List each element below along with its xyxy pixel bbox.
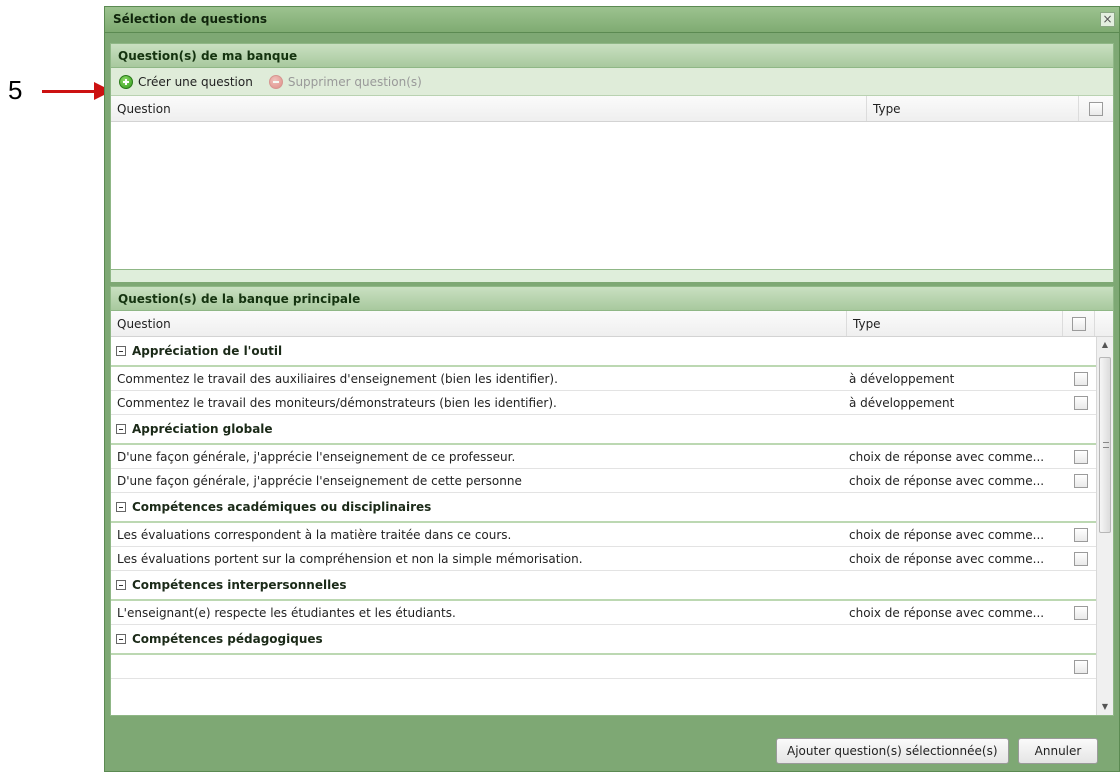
- type-cell: choix de réponse avec comme...: [849, 449, 1045, 464]
- type-cell: choix de réponse avec comme...: [849, 473, 1045, 488]
- my-bank-table-header: Question Type: [111, 96, 1113, 122]
- type-cell: choix de réponse avec comme...: [849, 551, 1045, 566]
- column-header-type[interactable]: Type: [867, 96, 1079, 121]
- row-checkbox[interactable]: [1074, 605, 1088, 620]
- row-checkbox[interactable]: [1074, 473, 1088, 488]
- column-header-type[interactable]: Type: [847, 311, 1063, 336]
- plus-icon: [119, 74, 133, 89]
- type-cell: à développement: [849, 371, 955, 386]
- question-cell: D'une façon générale, j'apprécie l'ensei…: [117, 449, 516, 464]
- question-cell: Les évaluations correspondent à la matiè…: [117, 527, 512, 542]
- create-question-button[interactable]: Créer une question: [119, 74, 253, 89]
- my-bank-panel: Question(s) de ma banque Créer une quest…: [110, 43, 1114, 270]
- group-name: Compétences pédagogiques: [132, 632, 323, 646]
- annotation-number: 5: [8, 75, 23, 105]
- main-bank-panel: Question(s) de la banque principale Ques…: [110, 286, 1114, 716]
- vertical-scrollbar[interactable]: ▲ ▼: [1096, 337, 1113, 715]
- main-bank-grid: Appréciation de l'outil Commentez le tra…: [111, 337, 1097, 715]
- collapse-icon[interactable]: [116, 634, 126, 644]
- select-all-checkbox[interactable]: [1089, 101, 1103, 116]
- my-bank-header: Question(s) de ma banque: [111, 44, 1113, 68]
- scroll-down-icon[interactable]: ▼: [1097, 699, 1113, 715]
- row-checkbox[interactable]: [1074, 551, 1088, 566]
- group-header[interactable]: Compétences pédagogiques: [111, 625, 1097, 655]
- scrollbar-thumb[interactable]: [1099, 357, 1111, 533]
- group-header[interactable]: Appréciation de l'outil: [111, 337, 1097, 367]
- group-name: Compétences académiques ou disciplinaire…: [132, 500, 432, 514]
- group-header[interactable]: Compétences interpersonnelles: [111, 571, 1097, 601]
- group-header[interactable]: Compétences académiques ou disciplinaire…: [111, 493, 1097, 523]
- type-cell: choix de réponse avec comme...: [849, 527, 1045, 542]
- scroll-up-icon[interactable]: ▲: [1097, 337, 1113, 353]
- table-row[interactable]: L'enseignant(e) respecte les étudiantes …: [111, 601, 1097, 625]
- my-bank-toolbar: Créer une question Supprimer question(s): [111, 68, 1113, 96]
- dialog-title: Sélection de questions: [113, 12, 268, 26]
- column-header-question[interactable]: Question: [111, 311, 847, 336]
- table-row[interactable]: Les évaluations portent sur la compréhen…: [111, 547, 1097, 571]
- table-row[interactable]: Commentez le travail des moniteurs/démon…: [111, 391, 1097, 415]
- annotation-arrow-line: [42, 90, 96, 93]
- collapse-icon[interactable]: [116, 502, 126, 512]
- add-selected-questions-button[interactable]: Ajouter question(s) sélectionnée(s): [776, 738, 1009, 764]
- question-cell: Commentez le travail des auxiliaires d'e…: [117, 371, 558, 386]
- main-bank-header: Question(s) de la banque principale: [111, 287, 1113, 311]
- collapse-icon[interactable]: [116, 346, 126, 356]
- group-name: Compétences interpersonnelles: [132, 578, 347, 592]
- table-row-partial[interactable]: [111, 655, 1097, 679]
- cancel-button[interactable]: Annuler: [1018, 738, 1098, 764]
- panel-splitter[interactable]: [110, 270, 1114, 282]
- annotation-callout: 5: [0, 74, 112, 106]
- select-all-cell: [1079, 96, 1113, 121]
- group-header[interactable]: Appréciation globale: [111, 415, 1097, 445]
- row-checkbox[interactable]: [1074, 371, 1088, 386]
- row-checkbox[interactable]: [1074, 527, 1088, 542]
- delete-questions-button[interactable]: Supprimer question(s): [268, 74, 422, 89]
- grip-icon: [1103, 442, 1109, 448]
- row-checkbox[interactable]: [1074, 659, 1088, 674]
- my-bank-empty-list: [111, 122, 1113, 270]
- table-row[interactable]: D'une façon générale, j'apprécie l'ensei…: [111, 469, 1097, 493]
- group-name: Appréciation globale: [132, 422, 273, 436]
- question-cell: D'une façon générale, j'apprécie l'ensei…: [117, 473, 522, 488]
- table-row[interactable]: Commentez le travail des auxiliaires d'e…: [111, 367, 1097, 391]
- row-checkbox[interactable]: [1074, 449, 1088, 464]
- select-all-cell: [1063, 311, 1095, 336]
- column-header-question[interactable]: Question: [111, 96, 867, 121]
- select-all-checkbox[interactable]: [1071, 316, 1086, 331]
- group-name: Appréciation de l'outil: [132, 344, 283, 358]
- dialog-titlebar: Sélection de questions ×: [105, 7, 1119, 33]
- question-cell: L'enseignant(e) respecte les étudiantes …: [117, 605, 456, 620]
- collapse-icon[interactable]: [116, 424, 126, 434]
- question-cell: Commentez le travail des moniteurs/démon…: [117, 395, 557, 410]
- table-row[interactable]: Les évaluations correspondent à la matiè…: [111, 523, 1097, 547]
- minus-icon: [268, 74, 283, 89]
- close-icon[interactable]: ×: [1100, 12, 1115, 27]
- table-row[interactable]: D'une façon générale, j'apprécie l'ensei…: [111, 445, 1097, 469]
- delete-questions-label: Supprimer question(s): [287, 74, 422, 89]
- collapse-icon[interactable]: [116, 580, 126, 590]
- type-cell: choix de réponse avec comme...: [849, 605, 1045, 620]
- type-cell: à développement: [849, 395, 955, 410]
- question-cell: Les évaluations portent sur la compréhen…: [117, 551, 583, 566]
- row-checkbox[interactable]: [1074, 395, 1088, 410]
- create-question-label: Créer une question: [138, 74, 253, 89]
- main-bank-table-header: Question Type: [111, 311, 1113, 337]
